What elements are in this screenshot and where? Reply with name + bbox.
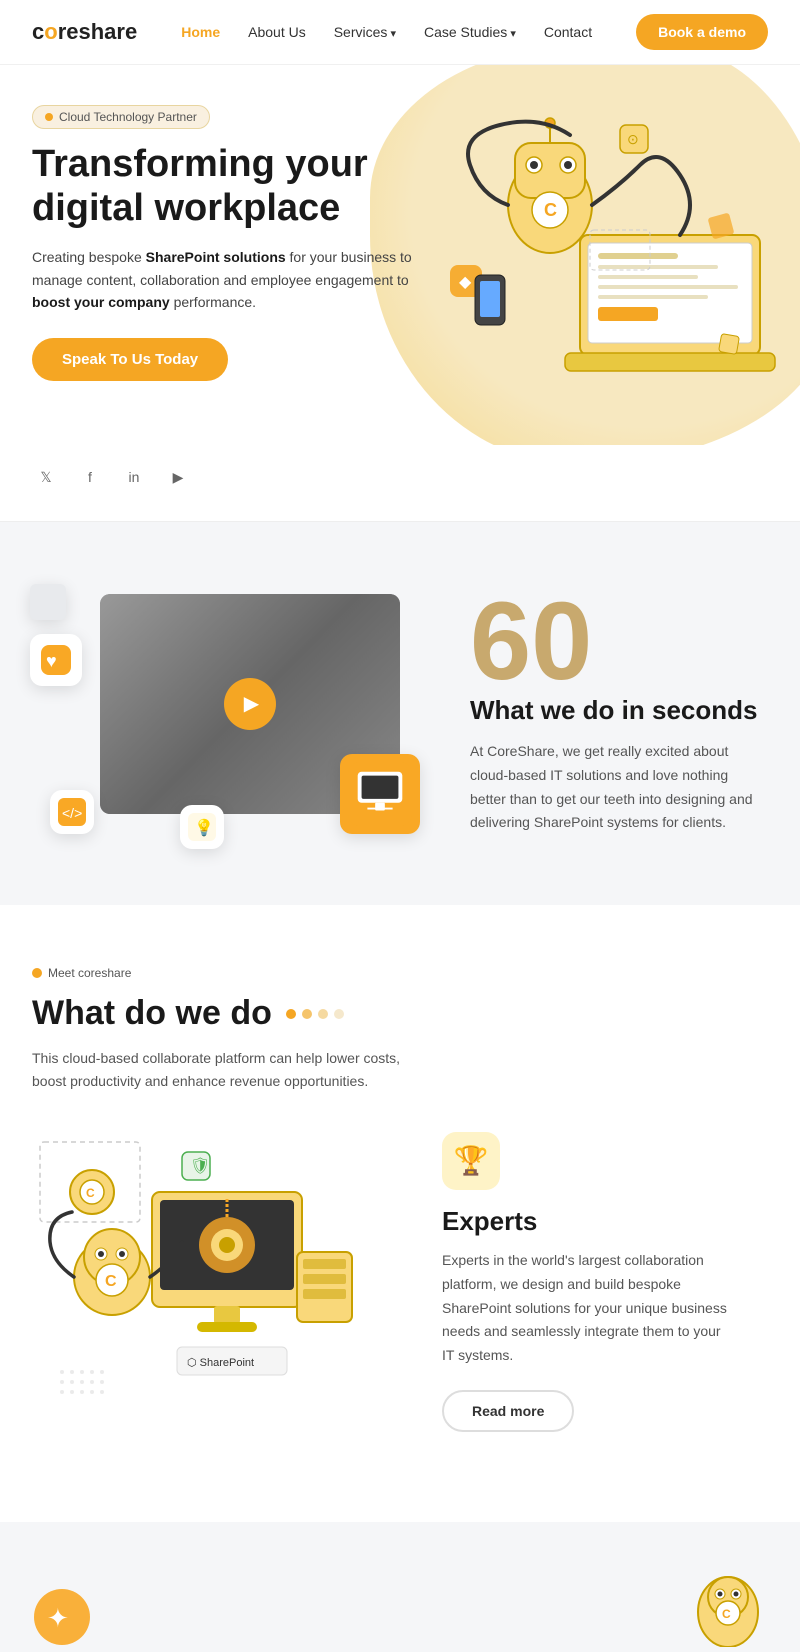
svg-text:C: C — [722, 1607, 731, 1621]
svg-text:🛡: 🛡 — [190, 1157, 210, 1175]
book-demo-button[interactable]: Book a demo — [636, 14, 768, 50]
dot-4 — [334, 1009, 344, 1019]
speak-to-us-button[interactable]: Speak To Us Today — [32, 338, 228, 381]
peek-icon-left: ✦ — [32, 1587, 92, 1652]
dot-1 — [286, 1009, 296, 1019]
svg-text:✦: ✦ — [47, 1603, 69, 1633]
floating-bulb: 💡 — [180, 805, 224, 849]
svg-text:C: C — [105, 1273, 117, 1290]
bottom-icon-left: ✦ — [32, 1587, 92, 1647]
experts-illustration: C C — [32, 1132, 392, 1432]
svg-text:C: C — [544, 200, 557, 220]
dot-3 — [318, 1009, 328, 1019]
social-facebook[interactable]: f — [76, 463, 104, 491]
floating-heart: ♥ — [30, 634, 82, 686]
peek-icon-right: C — [688, 1567, 768, 1652]
social-youtube[interactable]: ▶ — [164, 463, 192, 491]
navbar: c o reshare Home About Us Services Case … — [0, 0, 800, 65]
svg-text:💡: 💡 — [194, 818, 214, 837]
what-description: This cloud-based collaborate platform ca… — [32, 1047, 412, 1092]
svg-text:⬡ SharePoint: ⬡ SharePoint — [187, 1357, 254, 1369]
svg-text:C: C — [86, 1186, 95, 1200]
nav-contact[interactable]: Contact — [544, 24, 592, 40]
dots-decoration — [286, 1009, 344, 1019]
hero-heading: Transforming your digital workplace — [32, 143, 432, 230]
experts-section: C C — [32, 1092, 768, 1492]
social-row: 𝕏 f in ▶ — [0, 445, 800, 522]
hero-illustration: C ◆ ⊙ — [420, 75, 790, 405]
svg-text:⊙: ⊙ — [627, 131, 639, 147]
experts-heading: Experts — [442, 1206, 736, 1237]
read-more-button[interactable]: Read more — [442, 1390, 574, 1432]
bulb-icon: 💡 — [188, 813, 216, 841]
logo-core: c — [32, 19, 44, 45]
floating-code: </> — [50, 790, 94, 834]
nav-about[interactable]: About Us — [248, 24, 306, 40]
section-badge-meet: Meet coreshare — [32, 966, 131, 980]
svg-text:♥: ♥ — [46, 651, 57, 671]
svg-text:◆: ◆ — [459, 274, 472, 291]
heart-icon: ♥ — [41, 645, 71, 675]
floating-monitor — [340, 754, 420, 834]
section-badge-label: Meet coreshare — [48, 966, 131, 980]
svg-text:</>: </> — [62, 805, 82, 821]
hero-illustration-svg: C ◆ ⊙ — [420, 75, 790, 405]
big-number: 60 — [470, 592, 760, 691]
badge-dot — [45, 113, 53, 121]
nav-home[interactable]: Home — [181, 24, 220, 40]
floating-square — [30, 584, 66, 620]
section-badge-dot — [32, 968, 42, 978]
video-left: ♥ • INT </> 💡 — [20, 574, 440, 854]
trophy-icon: 🏆 — [454, 1144, 489, 1177]
social-linkedin[interactable]: in — [120, 463, 148, 491]
experts-description: Experts in the world's largest collabora… — [442, 1249, 736, 1368]
expert-icon-box: 🏆 — [442, 1132, 500, 1190]
video-section: ♥ • INT </> 💡 — [0, 522, 800, 905]
hero-content: Cloud Technology Partner Transforming yo… — [32, 105, 432, 381]
nav-case-studies[interactable]: Case Studies — [424, 24, 516, 40]
experts-svg: C C — [32, 1132, 372, 1432]
code-icon: </> — [58, 798, 86, 826]
logo-rest: reshare — [58, 19, 138, 45]
badge-label: Cloud Technology Partner — [59, 110, 197, 124]
hero-section: Cloud Technology Partner Transforming yo… — [0, 65, 800, 445]
bottom-robot-right: C — [688, 1567, 768, 1647]
experts-right: 🏆 Experts Experts in the world's largest… — [422, 1112, 768, 1452]
video-heading: What we do in seconds — [470, 695, 760, 726]
hero-description: Creating bespoke SharePoint solutions fo… — [32, 246, 432, 313]
nav-links: Home About Us Services Case Studies Cont… — [181, 24, 592, 40]
play-button[interactable] — [224, 678, 276, 730]
nav-services[interactable]: Services — [334, 24, 396, 40]
monitor-icon — [348, 761, 412, 827]
hero-badge: Cloud Technology Partner — [32, 105, 210, 129]
video-right: 60 What we do in seconds At CoreShare, w… — [440, 572, 800, 855]
what-heading: What do we do — [32, 994, 768, 1033]
logo[interactable]: c o reshare — [32, 19, 137, 45]
dot-2 — [302, 1009, 312, 1019]
what-section: Meet coreshare What do we do This cloud-… — [0, 905, 800, 1522]
logo-dot: o — [44, 19, 57, 45]
bottom-peek: ✦ C — [0, 1522, 800, 1652]
social-twitter[interactable]: 𝕏 — [32, 463, 60, 491]
video-description: At CoreShare, we get really excited abou… — [470, 740, 760, 835]
